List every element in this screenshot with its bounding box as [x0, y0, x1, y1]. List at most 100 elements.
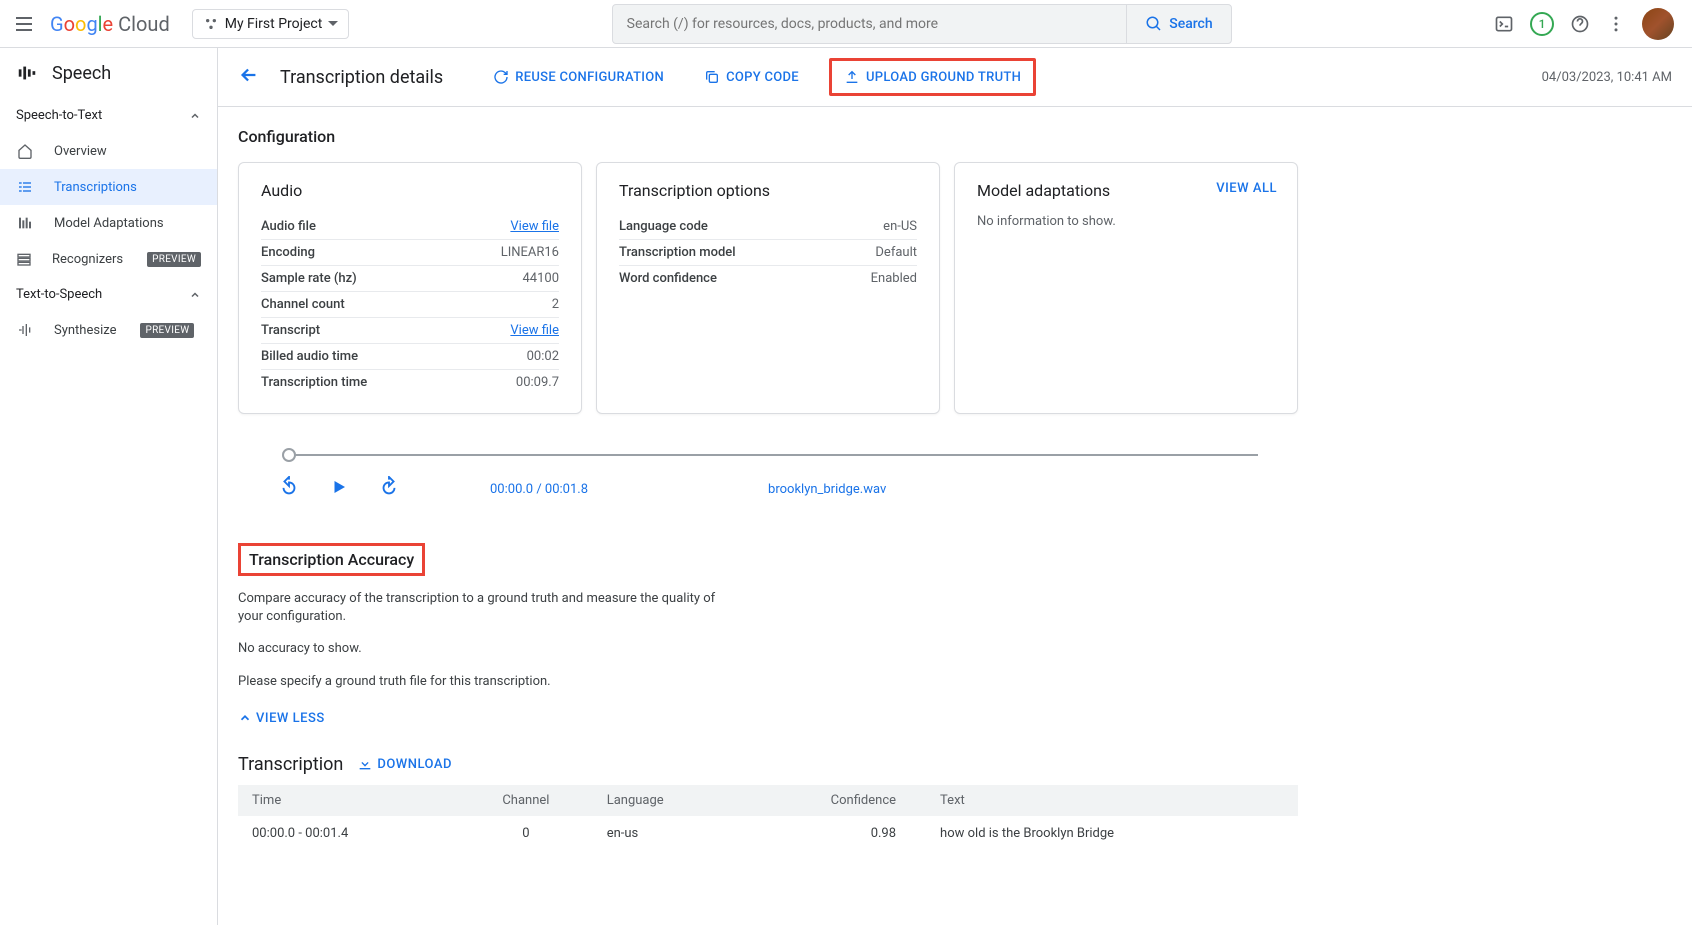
adaptation-icon [16, 215, 34, 231]
view-all-link[interactable]: VIEW ALL [1216, 181, 1277, 196]
kv-value: en-US [883, 219, 917, 234]
google-cloud-logo[interactable]: Google Cloud [50, 12, 170, 36]
kv-link[interactable]: View file [510, 219, 559, 234]
kv-key: Encoding [261, 245, 315, 260]
cloud-shell-icon[interactable] [1494, 14, 1514, 34]
timestamp: 04/03/2023, 10:41 AM [1542, 70, 1672, 85]
accuracy-desc: Compare accuracy of the transcription to… [238, 590, 718, 626]
help-icon[interactable] [1570, 14, 1590, 34]
table-row: 00:00.0 - 00:01.40en-us0.98how old is th… [238, 816, 1298, 851]
sidebar-label: Overview [54, 144, 107, 159]
project-picker[interactable]: My First Project [192, 9, 350, 39]
forward-icon[interactable] [378, 476, 400, 503]
audio-slider[interactable] [288, 454, 1258, 456]
sidebar-item-transcriptions[interactable]: Transcriptions [0, 169, 217, 205]
card-title: Transcription options [619, 181, 917, 200]
kv-row: Word confidence Enabled [619, 266, 917, 291]
kv-row: Audio file View file [261, 214, 559, 240]
preview-badge: PREVIEW [147, 252, 201, 267]
upload-ground-truth-button[interactable]: UPLOAD GROUND TRUTH [829, 58, 1036, 96]
synthesize-icon [16, 322, 34, 338]
product-header: Speech [0, 48, 217, 98]
kv-row: Channel count2 [261, 292, 559, 318]
kv-row: Sample rate (hz)44100 [261, 266, 559, 292]
kv-row: Encoding LINEAR16 [261, 240, 559, 266]
hamburger-menu-icon[interactable] [12, 12, 36, 36]
kv-key: Billed audio time [261, 349, 358, 364]
chevron-down-icon [328, 21, 338, 26]
player-filename: brooklyn_bridge.wav [768, 482, 886, 497]
chevron-up-icon [189, 110, 201, 122]
avatar[interactable] [1642, 8, 1674, 40]
home-icon [16, 143, 34, 159]
audio-card: Audio Audio file View file Encoding LINEAR1… [238, 162, 582, 414]
sidebar-section-tts[interactable]: Text-to-Speech [0, 277, 217, 312]
sidebar-item-synthesize[interactable]: Synthesize PREVIEW [0, 312, 217, 348]
col-time: Time [238, 785, 459, 816]
col-language: Language [593, 785, 744, 816]
rewind-icon[interactable] [278, 476, 300, 503]
download-button[interactable]: DOWNLOAD [357, 756, 452, 772]
sidebar-label: Recognizers [52, 252, 123, 267]
options-card: Transcription options Language code en-US… [596, 162, 940, 414]
preview-badge: PREVIEW [140, 323, 194, 338]
kv-key: Audio file [261, 219, 316, 234]
kv-row: Transcription model Default [619, 240, 917, 266]
kv-row: Transcription time 00:09.7 [261, 370, 559, 395]
sidebar-label: Model Adaptations [54, 216, 164, 231]
kv-key: Transcription model [619, 245, 736, 260]
search-box: Search [612, 4, 1232, 44]
accuracy-specify: Please specify a ground truth file for t… [238, 673, 718, 691]
kv-value: 00:02 [527, 349, 559, 364]
sidebar-item-recognizers[interactable]: Recognizers PREVIEW [0, 241, 217, 277]
slider-thumb[interactable] [282, 448, 296, 462]
sidebar-label: Transcriptions [54, 180, 137, 195]
sidebar-item-model-adaptations[interactable]: Model Adaptations [0, 205, 217, 241]
kv-value: 44100 [522, 271, 559, 286]
adaptations-card: VIEW ALL Model adaptations No informatio… [954, 162, 1298, 414]
sidebar-label: Synthesize [54, 323, 116, 338]
accuracy-title-box: Transcription Accuracy [238, 543, 425, 576]
copy-icon [704, 69, 720, 85]
search-icon [1145, 15, 1163, 33]
kv-link[interactable]: View file [510, 323, 559, 338]
kv-value: 00:09.7 [516, 375, 559, 390]
col-channel: Channel [459, 785, 593, 816]
list-icon [16, 179, 34, 195]
sidebar-item-overview[interactable]: Overview [0, 133, 217, 169]
kv-key: Channel count [261, 297, 345, 312]
free-trial-badge[interactable]: 1 [1530, 12, 1554, 36]
speech-icon [16, 62, 38, 84]
kv-key: Language code [619, 219, 708, 234]
search-button[interactable]: Search [1126, 5, 1230, 43]
kv-key: Word confidence [619, 271, 717, 286]
upload-icon [844, 69, 860, 85]
sidebar-section-stt[interactable]: Speech-to-Text [0, 98, 217, 133]
project-name: My First Project [225, 16, 323, 32]
copy-code-button[interactable]: COPY CODE [694, 63, 809, 91]
kv-key: Transcription time [261, 375, 367, 390]
page-title: Transcription details [280, 67, 443, 88]
kv-value: Default [875, 245, 917, 260]
empty-text: No information to show. [977, 214, 1275, 229]
recognizers-icon [16, 251, 32, 267]
play-icon[interactable] [330, 478, 348, 501]
kv-row: TranscriptView file [261, 318, 559, 344]
transcription-table: Time Channel Language Confidence Text 00… [238, 785, 1298, 851]
view-less-button[interactable]: VIEW LESS [238, 711, 1298, 726]
refresh-icon [493, 69, 509, 85]
player-time: 00:00.0 / 00:01.8 [490, 482, 588, 497]
chevron-up-icon [189, 289, 201, 301]
download-icon [357, 756, 373, 772]
card-title: Audio [261, 181, 559, 200]
back-arrow-icon[interactable] [238, 64, 260, 91]
search-input[interactable] [613, 6, 1127, 42]
kv-value: Enabled [871, 271, 917, 286]
reuse-configuration-button[interactable]: REUSE CONFIGURATION [483, 63, 674, 91]
col-confidence: Confidence [744, 785, 910, 816]
accuracy-title: Transcription Accuracy [249, 550, 414, 569]
more-icon[interactable] [1606, 14, 1626, 34]
kv-row: Billed audio time 00:02 [261, 344, 559, 370]
configuration-title: Configuration [238, 127, 1298, 146]
kv-value: LINEAR16 [501, 245, 559, 260]
